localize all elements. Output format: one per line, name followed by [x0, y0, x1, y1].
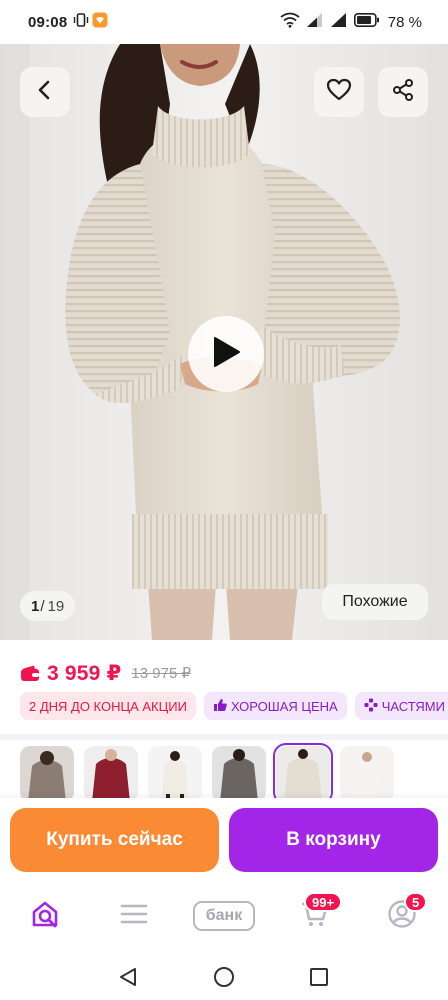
gallery-page-indicator: 1 / 19: [20, 591, 76, 621]
gallery-separator: /: [40, 597, 45, 615]
variant-thumbnail[interactable]: [212, 746, 266, 802]
system-home-icon[interactable]: [213, 966, 235, 993]
signal-icon: [306, 12, 324, 32]
system-back-icon[interactable]: [117, 966, 139, 993]
price-old: 13 975 ₽: [131, 665, 191, 682]
variant-thumbnail[interactable]: [148, 746, 202, 802]
status-time: 09:08: [28, 13, 68, 31]
gallery-total: 19: [47, 597, 65, 615]
product-gallery[interactable]: 1 / 19 Похожие: [0, 44, 448, 640]
variant-thumbnail[interactable]: [340, 746, 394, 802]
home-search-icon: [31, 900, 61, 933]
nav-bank[interactable]: банк: [192, 896, 256, 936]
similar-button[interactable]: Похожие: [322, 584, 428, 620]
menu-icon: [120, 903, 148, 930]
battery-icon: [353, 13, 380, 31]
favorite-button[interactable]: [314, 67, 364, 117]
profile-notification-badge: 5: [404, 892, 428, 912]
battery-percent: 78 %: [387, 13, 422, 31]
variant-thumbnail[interactable]: [20, 746, 74, 802]
badge-label: ЧАСТЯМИ: [381, 698, 445, 714]
share-button[interactable]: [378, 67, 428, 117]
price-row: 3 959 ₽ 13 975 ₽: [20, 660, 191, 686]
badge-label: 2 ДНЯ ДО КОНЦА АКЦИИ: [29, 698, 187, 714]
badge-label: ХОРОШАЯ ЦЕНА: [230, 698, 338, 714]
system-recents-icon[interactable]: [309, 966, 329, 993]
nav-cart[interactable]: 99+: [296, 892, 343, 936]
bank-label: банк: [193, 901, 255, 931]
thumbs-up-icon: [213, 698, 231, 715]
badge-promo-countdown[interactable]: 2 ДНЯ ДО КОНЦА АКЦИИ: [20, 692, 196, 720]
installments-icon: [364, 698, 382, 715]
back-button[interactable]: [20, 67, 70, 117]
notification-app-icon: [92, 12, 108, 32]
variant-thumbnail[interactable]: [84, 746, 138, 802]
promo-badges: 2 ДНЯ ДО КОНЦА АКЦИИ ХОРОШАЯ ЦЕНА ЧАСТЯМ…: [20, 692, 448, 720]
system-navigation-bar: [0, 952, 448, 1000]
play-video-button[interactable]: [188, 316, 264, 392]
purchase-actions: Купить сейчас В корзину: [0, 798, 448, 882]
color-variant-thumbnails: [20, 743, 394, 805]
bottom-navigation: банк 99+ 5: [0, 882, 448, 952]
nav-home[interactable]: [28, 896, 64, 936]
signal-icon: [330, 12, 348, 32]
wallet-icon: [20, 664, 40, 682]
chevron-left-icon: [34, 79, 56, 106]
nav-catalog[interactable]: [116, 896, 152, 936]
vibrate-icon: [73, 13, 89, 31]
add-to-cart-button[interactable]: В корзину: [229, 808, 438, 872]
heart-icon: [326, 78, 352, 107]
play-icon: [211, 336, 241, 373]
nav-profile[interactable]: 5: [384, 892, 428, 936]
badge-good-price[interactable]: ХОРОШАЯ ЦЕНА: [203, 692, 347, 720]
gallery-current-index: 1: [31, 597, 40, 615]
cart-count-badge: 99+: [304, 892, 343, 912]
section-divider: [0, 734, 448, 740]
buy-now-button[interactable]: Купить сейчас: [10, 808, 219, 872]
variant-thumbnail-selected[interactable]: [273, 743, 333, 805]
badge-installments[interactable]: ЧАСТЯМИ: [354, 692, 448, 720]
price-current: 3 959 ₽: [47, 661, 122, 685]
share-icon: [391, 78, 415, 107]
wifi-icon: [280, 12, 300, 32]
status-bar: 09:08 78 %: [0, 0, 448, 44]
